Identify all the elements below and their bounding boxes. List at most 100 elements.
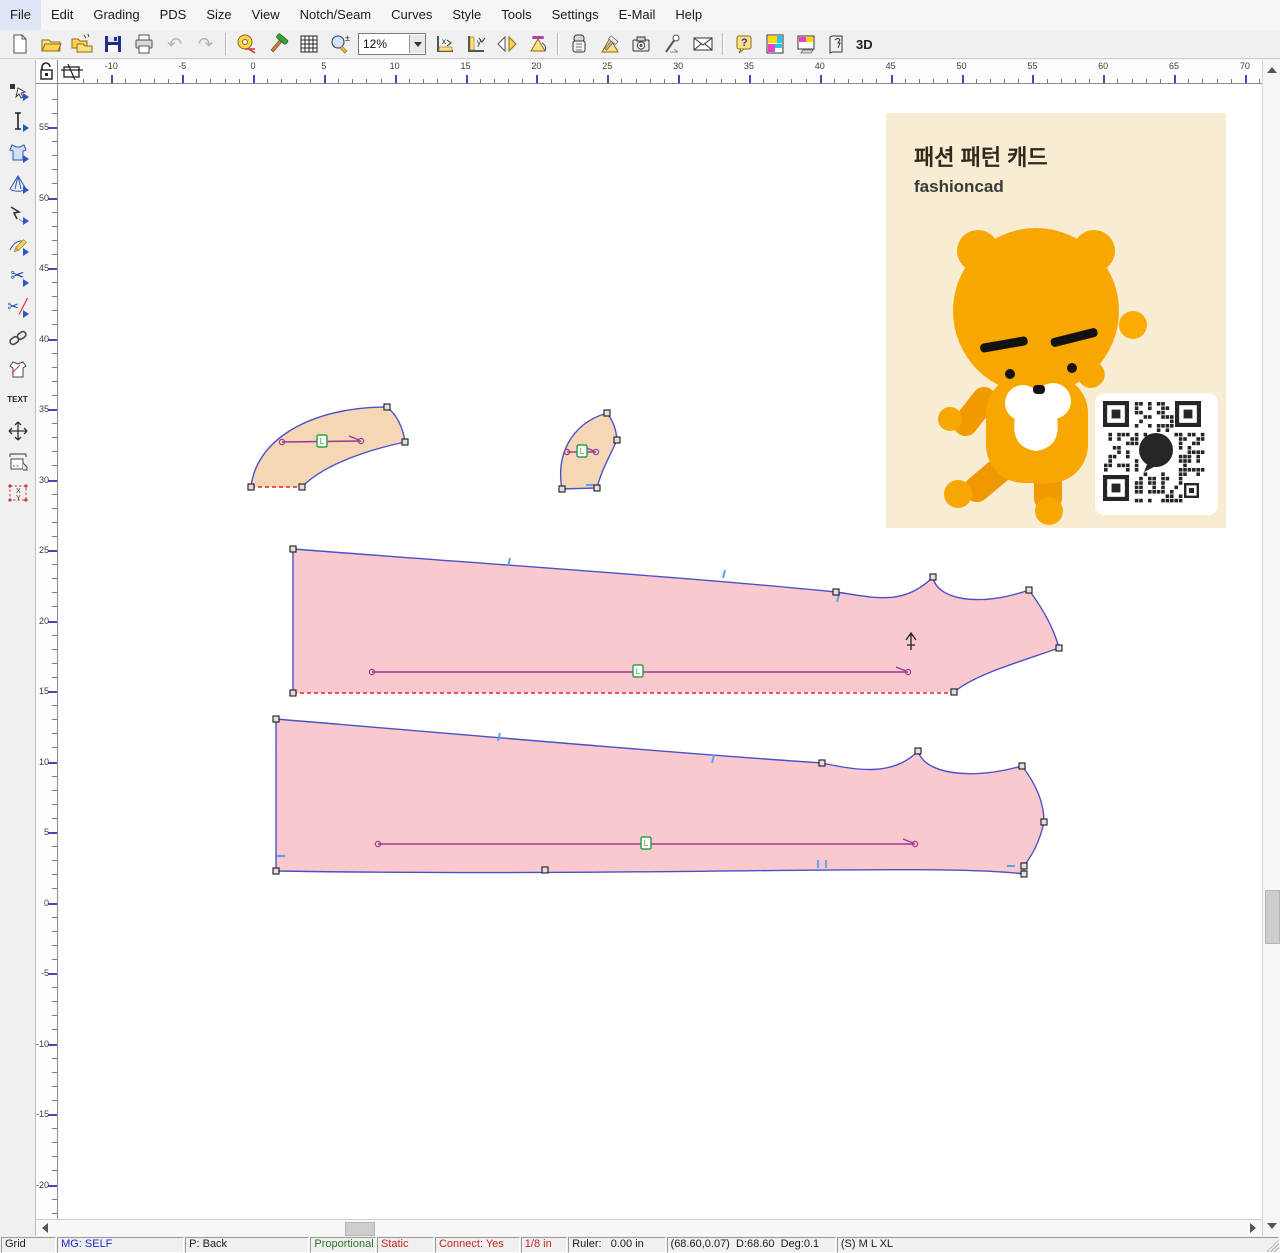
- curve-pencil-tool[interactable]: [2, 229, 34, 260]
- selection-handle[interactable]: [273, 716, 279, 722]
- flip-y-button[interactable]: y: [461, 31, 490, 58]
- selection-handle[interactable]: [930, 574, 936, 580]
- menu-help[interactable]: Help: [665, 0, 712, 30]
- menu-file[interactable]: File: [0, 0, 41, 30]
- flyout-arrow-icon[interactable]: [23, 155, 33, 163]
- menu-size[interactable]: Size: [196, 0, 241, 30]
- unlock-icon[interactable]: [36, 60, 56, 82]
- open-pattern-button[interactable]: [67, 31, 96, 58]
- scroll-up-button[interactable]: [1265, 63, 1279, 77]
- menu-grading[interactable]: Grading: [83, 0, 149, 30]
- xy-measure-tool[interactable]: XY: [2, 477, 34, 508]
- menu-tools[interactable]: Tools: [491, 0, 541, 30]
- selection-handle[interactable]: [951, 689, 957, 695]
- plot-pen-button[interactable]: [657, 31, 686, 58]
- print-button[interactable]: [129, 31, 158, 58]
- menu-pds[interactable]: PDS: [150, 0, 197, 30]
- selection-handle[interactable]: [1026, 587, 1032, 593]
- flyout-arrow-icon[interactable]: [23, 186, 33, 194]
- menu-settings[interactable]: Settings: [542, 0, 609, 30]
- screen-layout-2-button[interactable]: [791, 31, 820, 58]
- garment-edit-tool[interactable]: [2, 353, 34, 384]
- grid-table-button[interactable]: [294, 31, 323, 58]
- scroll-down-button[interactable]: [1265, 1219, 1279, 1233]
- zoom-level-combobox[interactable]: 12%: [358, 33, 426, 55]
- select-tool[interactable]: [2, 74, 34, 105]
- selection-handle[interactable]: [290, 546, 296, 552]
- camera-button[interactable]: [626, 31, 655, 58]
- open-file-button[interactable]: [36, 31, 65, 58]
- zoom-tool-button[interactable]: ±: [325, 31, 354, 58]
- notch-hammer-button[interactable]: [595, 31, 624, 58]
- selection-handle[interactable]: [273, 868, 279, 874]
- flyout-arrow-icon[interactable]: [23, 310, 33, 318]
- vertical-scroll-thumb[interactable]: [1265, 890, 1280, 944]
- selection-handle[interactable]: [402, 439, 408, 445]
- selection-handle[interactable]: [1056, 645, 1062, 651]
- horizontal-scrollbar[interactable]: [36, 1219, 1262, 1236]
- selection-handle[interactable]: [542, 867, 548, 873]
- selection-handle[interactable]: [290, 690, 296, 696]
- scissors-tool[interactable]: ✂: [2, 260, 34, 291]
- flyout-arrow-icon[interactable]: [23, 279, 33, 287]
- flip-x-button[interactable]: x: [430, 31, 459, 58]
- copy-measure-tool[interactable]: [2, 446, 34, 477]
- pick-tool[interactable]: [2, 198, 34, 229]
- redo-button[interactable]: ↷: [191, 31, 220, 58]
- pattern-piece-band-left[interactable]: L: [248, 404, 408, 490]
- join-link-tool[interactable]: [2, 322, 34, 353]
- plan-view-icon[interactable]: [61, 62, 83, 82]
- selection-handle[interactable]: [833, 589, 839, 595]
- new-file-button[interactable]: [5, 31, 34, 58]
- scroll-right-button[interactable]: [1246, 1221, 1260, 1235]
- menu-style[interactable]: Style: [442, 0, 491, 30]
- selection-handle[interactable]: [1021, 871, 1027, 877]
- help-button[interactable]: ?: [729, 31, 758, 58]
- selection-handle[interactable]: [915, 748, 921, 754]
- rotate-fold-button[interactable]: [523, 31, 552, 58]
- line-tool[interactable]: [2, 105, 34, 136]
- drawing-canvas[interactable]: LLLL: [58, 84, 1262, 1219]
- pattern-piece-body-lower[interactable]: L: [273, 716, 1047, 877]
- vertical-ruler[interactable]: -20-15-10-50510152025303540455055: [36, 84, 58, 1219]
- selection-handle[interactable]: [594, 485, 600, 491]
- flyout-arrow-icon[interactable]: [23, 93, 33, 101]
- save-file-button[interactable]: [98, 31, 127, 58]
- selection-handle[interactable]: [248, 484, 254, 490]
- move-tool[interactable]: [2, 415, 34, 446]
- flyout-arrow-icon[interactable]: [23, 217, 33, 225]
- selection-handle[interactable]: [1041, 819, 1047, 825]
- selection-handle[interactable]: [1019, 763, 1025, 769]
- selection-handle[interactable]: [819, 760, 825, 766]
- pattern-piece-body-upper[interactable]: L: [290, 546, 1062, 696]
- mirror-button[interactable]: [492, 31, 521, 58]
- selection-handle[interactable]: [559, 486, 565, 492]
- selection-handle[interactable]: [604, 410, 610, 416]
- email-button[interactable]: [688, 31, 717, 58]
- pattern-piece-tool[interactable]: [2, 136, 34, 167]
- selection-handle[interactable]: [299, 484, 305, 490]
- flyout-arrow-icon[interactable]: [23, 124, 33, 132]
- pattern-piece-band-right[interactable]: L: [559, 410, 620, 492]
- vertical-scrollbar[interactable]: [1262, 60, 1280, 1236]
- walk-door-button[interactable]: [822, 31, 851, 58]
- grade-lock-button[interactable]: [564, 31, 593, 58]
- undo-button[interactable]: ↶: [160, 31, 189, 58]
- text-tool[interactable]: TEXT: [2, 384, 34, 415]
- view-3d-button[interactable]: 3D: [856, 37, 873, 52]
- menu-notch-seam[interactable]: Notch/Seam: [290, 0, 382, 30]
- scroll-left-button[interactable]: [38, 1221, 52, 1235]
- hammer-tool-button[interactable]: [263, 31, 292, 58]
- menu-edit[interactable]: Edit: [41, 0, 83, 30]
- screen-layout-1-button[interactable]: [760, 31, 789, 58]
- menu-view[interactable]: View: [242, 0, 290, 30]
- resize-grip[interactable]: [1266, 1239, 1279, 1252]
- menu-e-mail[interactable]: E-Mail: [609, 0, 666, 30]
- measure-tape-button[interactable]: [232, 31, 261, 58]
- cut-piece-tool[interactable]: ✂╱: [2, 291, 34, 322]
- horizontal-ruler[interactable]: -10-50510152025303540455055606570: [58, 60, 1262, 84]
- zoom-dropdown-arrow[interactable]: [409, 35, 425, 53]
- selection-handle[interactable]: [384, 404, 390, 410]
- selection-handle[interactable]: [1021, 863, 1027, 869]
- flyout-arrow-icon[interactable]: [23, 248, 33, 256]
